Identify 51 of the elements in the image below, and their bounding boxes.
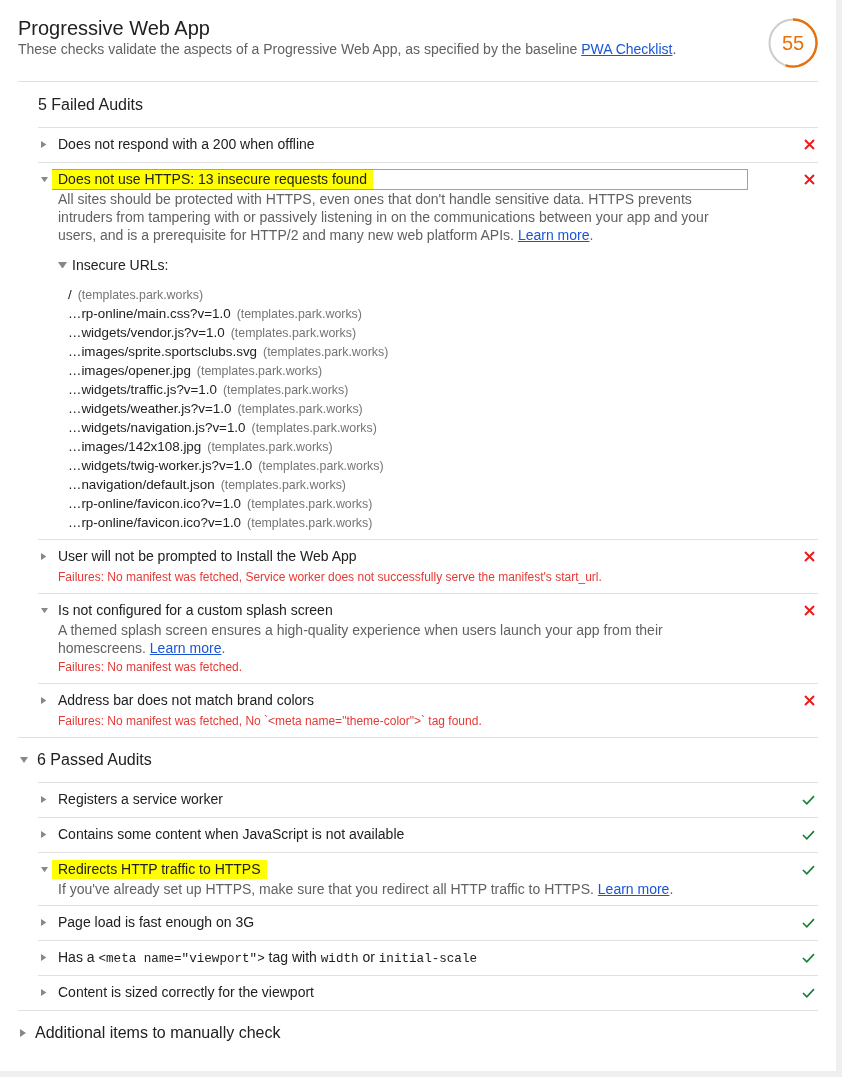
url-text: …navigation/default.json bbox=[68, 476, 215, 494]
url-text: / bbox=[68, 286, 72, 304]
score-value: 55 bbox=[781, 32, 805, 54]
url-text: …images/sprite.sportsclubs.svg bbox=[68, 343, 258, 361]
audit-title[interactable]: Content is sized correctly for the viewport bbox=[52, 982, 748, 1003]
audit-title[interactable]: User will not be prompted to Install the Web App bbox=[52, 546, 748, 567]
audit-title[interactable]: Registers a service worker bbox=[52, 789, 748, 810]
url-text: …widgets/weather.js?v=1.0 bbox=[68, 400, 232, 418]
url-text: …widgets/vendor.js?v=1.0 bbox=[68, 324, 225, 342]
audit-title[interactable]: Does not use HTTPS: 13 insecure requests found bbox=[52, 169, 748, 190]
url-host: (templates.park.works) bbox=[196, 363, 323, 380]
audit-title[interactable]: Contains some content when JavaScript is not available bbox=[52, 824, 748, 845]
category-title: Progressive Web App bbox=[18, 16, 211, 40]
section-toggle[interactable]: Additional items to manually check bbox=[18, 1011, 281, 1055]
url-text: …images/142x108.jpg bbox=[68, 438, 202, 456]
url-text: …images/opener.jpg bbox=[68, 362, 191, 380]
section-title: 5 Failed Audits bbox=[37, 94, 144, 115]
url-text: …widgets/navigation.js?v=1.0 bbox=[68, 419, 246, 437]
url-host: (templates.park.works) bbox=[247, 496, 373, 513]
audit-title[interactable]: Is not configured for a custom splash screen bbox=[52, 600, 748, 621]
url-host: (templates.park.works) bbox=[223, 382, 349, 399]
audit-description: All sites should be protected with HTTPS, even ones that don't handle sensitive data. HTTPS prevents intruders from tampering with or passively listening in on the communications between your app and your users, and is a prerequisite for HTTP/2 and many new web platform APIs. Learn more. bbox=[58, 190, 710, 244]
url-host: (templates.park.works) bbox=[230, 325, 356, 342]
audit-title[interactable]: Address bar does not match brand colors bbox=[52, 690, 748, 711]
category-description: These checks validate the aspects of a Progressive Web App, as specified by the baseline PWA Checklist. bbox=[18, 40, 677, 58]
audit-title[interactable]: Redirects HTTP traffic to HTTPS bbox=[52, 859, 748, 880]
audit-title[interactable]: Does not respond with a 200 when offline bbox=[52, 134, 748, 155]
learn-more-link[interactable]: Learn more bbox=[597, 881, 670, 897]
url-text: …rp-online/main.css?v=1.0 bbox=[68, 305, 231, 323]
url-host: (templates.park.works) bbox=[220, 477, 346, 494]
audit-title[interactable]: Page load is fast enough on 3G bbox=[52, 912, 748, 933]
audit-description: If you've already set up HTTPS, make sure that you redirect all HTTP traffic to HTTPS. Learn more. bbox=[58, 880, 675, 898]
url-host: (templates.park.works) bbox=[77, 287, 204, 304]
url-host: (templates.park.works) bbox=[263, 344, 389, 361]
url-text: …widgets/traffic.js?v=1.0 bbox=[68, 381, 217, 399]
section-toggle[interactable]: 6 Passed Audits bbox=[18, 738, 152, 782]
details-toggle[interactable]: Insecure URLs: bbox=[58, 256, 169, 274]
score-gauge bbox=[768, 18, 818, 68]
url-host: (templates.park.works) bbox=[251, 420, 377, 437]
url-host: (templates.park.works) bbox=[236, 306, 362, 323]
url-text: …rp-online/favicon.ico?v=1.0 bbox=[68, 514, 242, 532]
url-host: (templates.park.works) bbox=[247, 515, 373, 532]
url-host: (templates.park.works) bbox=[207, 439, 333, 456]
url-text: …widgets/twig-worker.js?v=1.0 bbox=[68, 457, 253, 475]
failure-message: Failures: No manifest was fetched, Service worker does not successfully serve the manifest's start_url. bbox=[58, 569, 603, 586]
failure-message: Failures: No manifest was fetched, No `<meta name="theme-color">` tag found. bbox=[58, 713, 483, 730]
audit-description: A themed splash screen ensures a high-quality experience when users launch your app from their homescreens. Learn more. bbox=[58, 621, 664, 657]
url-text: …rp-online/favicon.ico?v=1.0 bbox=[68, 495, 242, 513]
url-host: (templates.park.works) bbox=[258, 458, 384, 475]
url-host: (templates.park.works) bbox=[237, 401, 363, 418]
failure-message: Failures: No manifest was fetched. bbox=[58, 659, 244, 676]
